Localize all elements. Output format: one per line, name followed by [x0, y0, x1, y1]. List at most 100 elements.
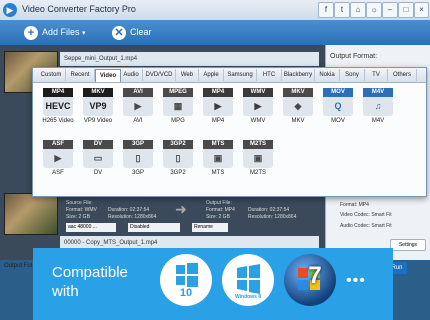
- format-label: AVI: [133, 118, 143, 124]
- format-badge: M4V: [363, 88, 393, 97]
- maximize-icon[interactable]: □: [398, 2, 414, 18]
- tab-custom[interactable]: Custom: [37, 69, 66, 81]
- minimize-icon[interactable]: –: [382, 2, 398, 18]
- format-selector-popup: Custom Recent Video Audio DVD/VCD Web Apple Sam…: [32, 67, 427, 197]
- trash-icon: ✕: [112, 25, 126, 40]
- tab-apple[interactable]: Apple: [199, 69, 224, 81]
- format-dv[interactable]: DV ▭ DV: [79, 140, 117, 176]
- format-badge: MP4: [43, 88, 73, 97]
- window-title: Video Converter Factory Pro: [22, 4, 136, 14]
- format-badge: DV: [83, 140, 113, 149]
- format-badge: MOV: [323, 88, 353, 97]
- format-glyph-icon: ▶: [54, 153, 62, 163]
- format-3gp2[interactable]: 3GP2 ▯ 3GP2: [159, 140, 197, 176]
- convert-arrow-icon: ➜: [175, 201, 187, 217]
- app-icon: ▶: [3, 3, 17, 17]
- windows-10-label: 10: [179, 287, 193, 299]
- format-wmv[interactable]: WMV ▶ WMV: [239, 88, 277, 124]
- format-badge: 3GP: [123, 140, 153, 149]
- tab-video[interactable]: Video: [95, 69, 121, 82]
- format-label: VP9 Video: [83, 118, 113, 124]
- format-label: ASF: [52, 170, 64, 176]
- format-h265-video[interactable]: MP4 HEVC H265 Video: [39, 88, 77, 124]
- format-label: M4V: [371, 118, 385, 124]
- more-icon: •••: [346, 272, 366, 289]
- format-vp9-video[interactable]: MKV VP9 VP9 Video: [79, 88, 117, 124]
- subtitle-select[interactable]: Disabled: [128, 223, 180, 232]
- settings-gear-icon[interactable]: ☼: [366, 2, 382, 18]
- tab-audio[interactable]: Audio: [120, 69, 143, 81]
- format-mkv[interactable]: MKV ◆ MKV: [279, 88, 317, 124]
- format-label: DV: [93, 170, 103, 176]
- toolbar: + Add Files ▾ ✕ Clear: [0, 20, 430, 45]
- format-badge: WMV: [243, 88, 273, 97]
- format-mpg[interactable]: MPEG ▦ MPG: [159, 88, 197, 124]
- clear-button[interactable]: ✕ Clear: [112, 24, 152, 41]
- tab-recent[interactable]: Recent: [66, 69, 95, 81]
- rename-button[interactable]: Rename: [192, 223, 228, 232]
- tab-dvd-vcd[interactable]: DVD/VCD: [143, 69, 176, 81]
- close-icon[interactable]: ×: [414, 2, 429, 18]
- format-badge: MPEG: [163, 88, 193, 97]
- format-icon: MP4 ▶: [203, 88, 233, 116]
- format-mp4[interactable]: MP4 ▶ MP4: [199, 88, 237, 124]
- format-m2ts[interactable]: M2TS ▣ M2TS: [239, 140, 277, 176]
- tab-nokia[interactable]: Nokia: [315, 69, 340, 81]
- format-badge: MP4: [203, 88, 233, 97]
- tab-htc[interactable]: HTC: [257, 69, 282, 81]
- format-glyph-icon: ▭: [93, 153, 103, 163]
- tab-samsung[interactable]: Samsung: [224, 69, 257, 81]
- add-icon: +: [24, 25, 38, 40]
- format-label: MP4: [211, 118, 225, 124]
- format-badge: AVI: [123, 88, 153, 97]
- format-avi[interactable]: AVI ▶ AVI: [119, 88, 157, 124]
- format-glyph-icon: ♫: [374, 101, 382, 111]
- format-glyph-icon: ◆: [294, 101, 302, 111]
- add-files-button[interactable]: + Add Files ▾: [24, 24, 86, 41]
- audio-codec-value: Audio Codec: Smart Fit: [340, 223, 392, 229]
- format-asf[interactable]: ASF ▶ ASF: [39, 140, 77, 176]
- output-file-info: Output File: Format: MP4 Size: 2 GB: [206, 200, 235, 220]
- format-icon: ASF ▶: [43, 140, 73, 168]
- format-icon: MKV VP9: [83, 88, 113, 116]
- title-bar: ▶ Video Converter Factory Pro f t ⌂ ☼ – …: [0, 0, 430, 21]
- format-glyph-icon: ▣: [253, 153, 263, 163]
- output-format-value: Format: MP4: [340, 202, 369, 208]
- format-icon: AVI ▶: [123, 88, 153, 116]
- format-glyph-icon: ▶: [134, 101, 142, 111]
- format-icon: DV ▭: [83, 140, 113, 168]
- audio-track-select[interactable]: aac 48000 ...: [66, 223, 116, 232]
- format-glyph-icon: ▶: [254, 101, 262, 111]
- tab-blackberry[interactable]: Blackberry: [282, 69, 315, 81]
- format-icon: MKV ◆: [283, 88, 313, 116]
- settings-button[interactable]: Settings: [390, 239, 426, 251]
- facebook-icon[interactable]: f: [318, 2, 334, 18]
- dropdown-arrow-icon[interactable]: ▾: [82, 30, 86, 37]
- windows-8-label: Windows 8: [234, 294, 262, 300]
- format-glyph-icon: Q: [334, 101, 342, 111]
- format-mts[interactable]: MTS ▣ MTS: [199, 140, 237, 176]
- tab-others[interactable]: Others: [388, 69, 417, 81]
- format-3gp[interactable]: 3GP ▯ 3GP: [119, 140, 157, 176]
- format-badge: MKV: [83, 88, 113, 97]
- format-glyph-icon: ▯: [175, 153, 181, 163]
- video-codec-value: Video Codec: Smart Fit: [340, 212, 392, 218]
- format-icon: MTS ▣: [203, 140, 233, 168]
- compatible-with-text: Compatible with: [52, 264, 128, 300]
- format-icon: 3GP ▯: [123, 140, 153, 168]
- format-icon: MP4 HEVC: [43, 88, 73, 116]
- format-label: H265 Video: [42, 118, 74, 124]
- format-badge: MKV: [283, 88, 313, 97]
- format-label: 3GP2: [170, 170, 186, 176]
- twitter-icon[interactable]: t: [334, 2, 350, 18]
- tab-tv[interactable]: TV: [365, 69, 388, 81]
- format-glyph-icon: ▣: [213, 153, 223, 163]
- format-m4v[interactable]: M4V ♫ M4V: [359, 88, 397, 124]
- format-icon: 3GP2 ▯: [163, 140, 193, 168]
- home-icon[interactable]: ⌂: [350, 2, 366, 18]
- format-badge: ASF: [43, 140, 73, 149]
- format-mov[interactable]: MOV Q MOV: [319, 88, 357, 124]
- format-label: MKV: [291, 118, 305, 124]
- tab-web[interactable]: Web: [176, 69, 199, 81]
- tab-sony[interactable]: Sony: [340, 69, 365, 81]
